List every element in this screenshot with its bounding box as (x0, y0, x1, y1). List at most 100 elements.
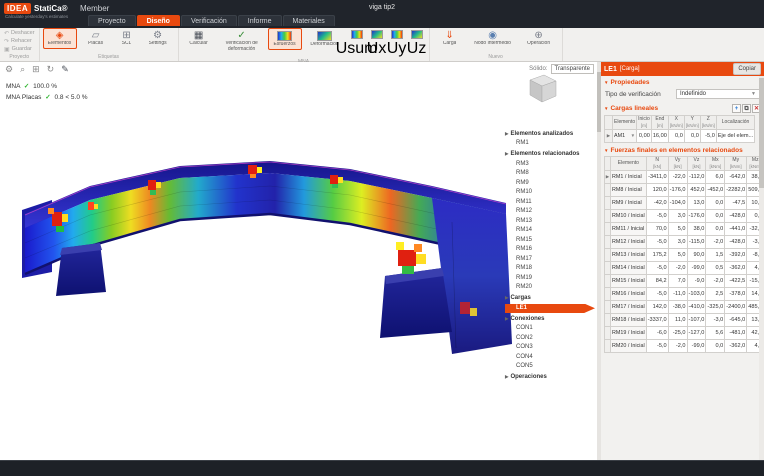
uz-button[interactable]: Uz (408, 28, 426, 59)
rotate-view-icon[interactable]: ↻ (47, 64, 55, 75)
paint-brush-icon[interactable]: ✎ (61, 64, 69, 75)
tree-item-rm1[interactable]: RM1 (505, 139, 595, 149)
tree-item-rm10[interactable]: RM10 (505, 188, 595, 198)
tree-expand-icon: ▶ (505, 316, 508, 322)
uy-button[interactable]: Uy (388, 28, 406, 59)
zoom-fit-icon[interactable]: ⊞ (32, 64, 40, 75)
tree-item-le1[interactable]: LE1 (505, 304, 595, 314)
table-row[interactable]: RM20 / Inicial-5,0-2,0-99,00,0-362,04,0 (605, 340, 764, 353)
tree-item-rm16[interactable]: RM16 (505, 245, 595, 255)
table-row[interactable]: RM15 / Inicial84,27,0-9,0-2,0-422,5-15,0 (605, 275, 764, 288)
tab-materiales[interactable]: Materiales (283, 15, 335, 26)
copy-button[interactable]: Copiar (733, 63, 761, 75)
table-row[interactable]: RM19 / Inicial-6,0-25,0-127,05,6-481,042… (605, 327, 764, 340)
table-row[interactable]: RM8 / Inicial120,0-176,0452,0-452,0-2282… (605, 184, 764, 197)
tree-section[interactable]: ▶Cargas (505, 293, 595, 304)
fuerzas-section[interactable]: ▼ Fuerzas finales en elementos relaciona… (601, 144, 764, 155)
cell-elemento: RM14 / Inicial (611, 262, 647, 275)
nodo-intermedio-button[interactable]: ◉ Nodo intermedio (469, 28, 517, 49)
cell-value[interactable]: -5,0 (700, 130, 716, 143)
tree-item-con5[interactable]: CON5 (505, 362, 595, 372)
table-row[interactable]: RM17 / Inicial142,0-38,0-410,0-325,0-240… (605, 301, 764, 314)
tree-item-rm11[interactable]: RM11 (505, 198, 595, 208)
tree-section[interactable]: ▶Elementos relacionados (505, 149, 595, 160)
tree-item-rm13[interactable]: RM13 (505, 217, 595, 227)
tree-section[interactable]: ▶Operaciones (505, 372, 595, 383)
cell-value[interactable]: 0,00 (637, 130, 652, 143)
table-row[interactable]: RM9 / Inicial-42,0-104,013,00,0-47,510,0 (605, 197, 764, 210)
tipo-verificacion-dropdown[interactable]: Indefinido ▼ (676, 89, 760, 99)
tree-item-con1[interactable]: CON1 (505, 324, 595, 334)
tree-item-rm14[interactable]: RM14 (505, 226, 595, 236)
duplicate-load-button[interactable]: ⧉ (742, 104, 751, 113)
cell-value: 0,0 (706, 223, 725, 236)
cell-value: 5,0 (668, 249, 687, 262)
cell-elemento[interactable]: AM1▼ (613, 130, 637, 143)
cell-elemento: RM1 / Inicial (611, 171, 647, 184)
table-row[interactable]: RM13 / Inicial175,25,090,01,5-392,0-8,0 (605, 249, 764, 262)
cell-value[interactable]: 16,00 (651, 130, 668, 143)
cell-value[interactable]: 0,0 (684, 130, 700, 143)
cell-value: 0,0 (706, 210, 725, 223)
add-load-button[interactable]: + (732, 104, 741, 113)
table-row[interactable]: RM11 / Inicial70,05,038,00,0-441,0-32,5 (605, 223, 764, 236)
tree-item-rm12[interactable]: RM12 (505, 207, 595, 217)
tree-item-rm8[interactable]: RM8 (505, 169, 595, 179)
tree-item-con3[interactable]: CON3 (505, 343, 595, 353)
scl-button[interactable]: ⊞ SCL (115, 28, 139, 49)
tree-item-rm9[interactable]: RM9 (505, 179, 595, 189)
table-row[interactable]: RM18 / Inicial-3337,011,0-107,0-3,0-645,… (605, 314, 764, 327)
ux-button[interactable]: Ux (368, 28, 386, 59)
table-row[interactable]: RM12 / Inicial-5,03,0-115,0-2,0-428,0-3,… (605, 236, 764, 249)
solid-mode-dropdown[interactable]: Transparente (551, 64, 594, 74)
tree-item-con4[interactable]: CON4 (505, 353, 595, 363)
cargas-lineales-section[interactable]: ▼ Cargas lineales + ⧉ ✕ (601, 101, 764, 114)
tree-item-rm19[interactable]: RM19 (505, 274, 595, 284)
cell-value[interactable]: Eje del elem... (716, 130, 754, 143)
zoom-magnifier-icon[interactable]: ⌕ (20, 64, 25, 75)
tree-item-rm15[interactable]: RM15 (505, 236, 595, 246)
tree-section[interactable]: ▶Conexiones (505, 313, 595, 324)
viewport-settings-gear-icon[interactable]: ⚙ (5, 64, 13, 75)
model-3d-viewport[interactable]: ⚙ ⌕ ⊞ ↻ ✎ MNA ✓ 100.0 % MNA Placas ✓ 0.8… (0, 62, 597, 460)
operacion-button[interactable]: ⊕ Operación (519, 28, 559, 49)
table-row[interactable]: RM16 / Inicial-5,0-11,0-103,02,5-378,014… (605, 288, 764, 301)
cell-value[interactable]: 0,0 (668, 130, 684, 143)
carga-button[interactable]: ⇓ Carga (433, 28, 467, 49)
cell-value: 90,0 (687, 249, 706, 262)
tab-verificacion[interactable]: Verificación (181, 15, 237, 26)
tree-item-rm3[interactable]: RM3 (505, 160, 595, 170)
calcular-button[interactable]: ▦ Calcular (182, 28, 216, 49)
tree-section[interactable]: ▶Elementos analizados (505, 128, 595, 139)
mna-placas-status: MNA Placas ✓ 0.8 < 5.0 % (6, 93, 88, 101)
undo-button[interactable]: ↶Deshacer (2, 29, 37, 37)
placas-button[interactable]: ▱ Placas (79, 28, 113, 49)
panel-scrollbar-thumb[interactable] (759, 78, 764, 188)
table-row[interactable]: ▶AM1▼0,0016,000,00,0-5,0Eje del elem... (605, 130, 755, 143)
esfuerzos-button[interactable]: Esfuerzos (268, 28, 302, 50)
tab-diseno[interactable]: Diseño (137, 15, 180, 26)
tab-proyecto[interactable]: Proyecto (88, 15, 136, 26)
mna-status-value: 100.0 % (33, 83, 57, 90)
cell-value: -452,0 (706, 184, 725, 197)
elementos-button[interactable]: ◈ Elementos (43, 28, 77, 49)
tab-informe[interactable]: Informe (238, 15, 282, 26)
redo-button[interactable]: ↷Rehacer (2, 37, 34, 45)
table-row[interactable]: RM14 / Inicial-5,0-2,0-99,00,5-362,04,0 (605, 262, 764, 275)
tree-item-rm18[interactable]: RM18 (505, 264, 595, 274)
cell-value: -362,0 (725, 262, 747, 275)
settings-button[interactable]: ⚙ Settings (141, 28, 175, 49)
verificacion-deformacion-button[interactable]: ✓ Verificación de deformación (218, 28, 266, 54)
table-row[interactable]: RM10 / Inicial-5,03,0-176,00,0-428,00,0 (605, 210, 764, 223)
cell-value: 7,0 (668, 275, 687, 288)
cell-value: -645,0 (725, 314, 747, 327)
panel-scrollbar[interactable] (759, 76, 764, 460)
save-button[interactable]: ▣Guardar (2, 45, 34, 53)
solid-mode-value: Transparente (555, 66, 590, 72)
tree-item-rm17[interactable]: RM17 (505, 255, 595, 265)
tree-item-con2[interactable]: CON2 (505, 334, 595, 344)
propiedades-section[interactable]: ▼ Propiedades (601, 76, 764, 87)
table-row[interactable]: ▶RM1 / Inicial-3411,0-22,0-112,06,0-642,… (605, 171, 764, 184)
usum-button[interactable]: Usum (348, 28, 366, 59)
tree-item-rm20[interactable]: RM20 (505, 283, 595, 293)
